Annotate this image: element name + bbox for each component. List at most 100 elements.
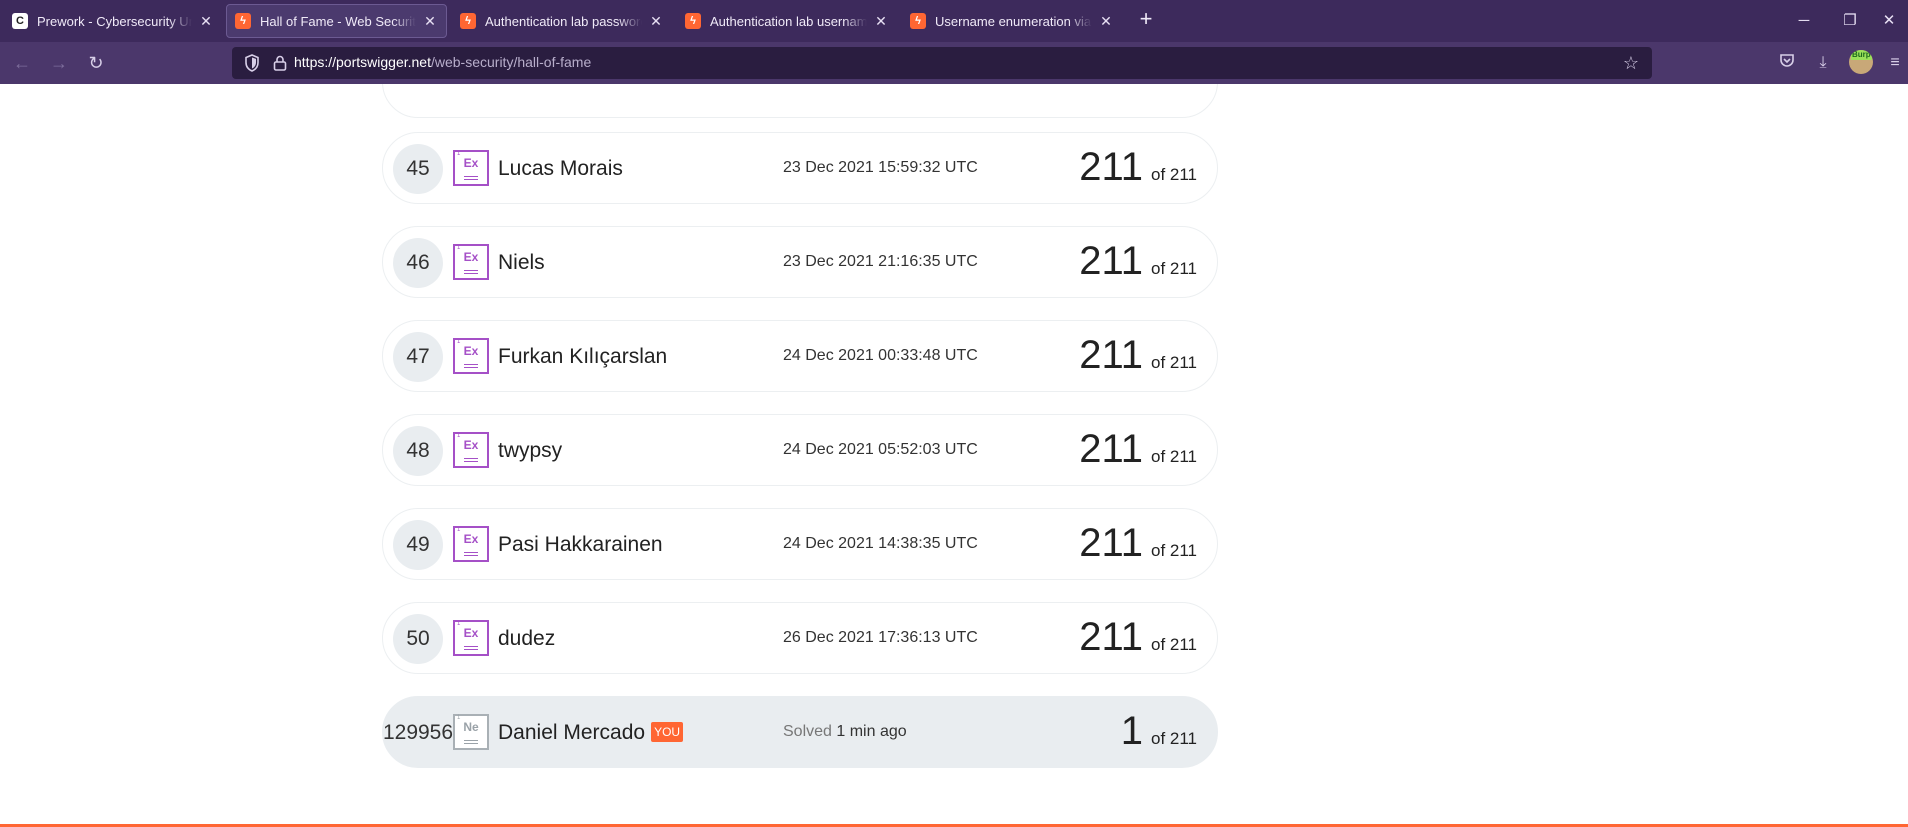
rank-number: 47 <box>393 332 443 382</box>
score: 211 of 211 <box>1079 145 1197 193</box>
total-count: of 211 <box>1150 165 1197 184</box>
reload-icon[interactable]: ↻ <box>84 51 108 75</box>
level-symbol: Ex <box>463 532 479 546</box>
current-user-row: 129956 1 Ne Daniel Mercado YOU Solved 1 m… <box>382 696 1218 768</box>
tab-label: Prework - Cybersecurity Univers <box>37 13 192 29</box>
tab-label: Authentication lab usernames | W <box>710 13 867 29</box>
table-row: 47 1 Ex Furkan Kılıçarslan 24 Dec 2021 0… <box>382 320 1218 392</box>
level-symbol: Ne <box>463 720 479 734</box>
solved-count: 211 <box>1079 145 1143 189</box>
tab-bar: C Prework - Cybersecurity Univers ✕ ϟ Ha… <box>0 0 1908 42</box>
score: 1 of 211 <box>1121 709 1197 757</box>
navigation-bar: ← → ↻ https://portswigger.net/web-securi… <box>0 42 1908 84</box>
user-name: Pasi Hakkarainen <box>498 533 663 556</box>
completion-date: 26 Dec 2021 17:36:13 UTC <box>783 629 978 646</box>
rank-number: 129956 <box>382 721 454 744</box>
solved-count: 211 <box>1079 615 1143 659</box>
close-window-icon[interactable]: ✕ <box>1866 8 1908 34</box>
expert-level-badge-icon: 1 Ex <box>453 338 489 374</box>
user-name-with-tag: Daniel Mercado YOU <box>498 721 684 745</box>
hamburger-menu-icon[interactable]: ≡ <box>1883 51 1907 75</box>
total-count: of 211 <box>1150 541 1197 560</box>
new-tab-button[interactable]: + <box>1135 8 1157 31</box>
score: 211 of 211 <box>1079 615 1197 663</box>
close-icon[interactable]: ✕ <box>648 13 664 30</box>
forward-arrow-icon[interactable]: → <box>47 51 71 75</box>
level-symbol: Ex <box>463 344 479 358</box>
user-name: dudez <box>498 627 556 650</box>
user-name: Lucas Morais <box>498 157 623 180</box>
lock-icon[interactable] <box>270 53 290 73</box>
table-row-partial <box>382 84 1218 118</box>
solved-prefix: Solved <box>783 723 832 740</box>
portswigger-icon: ϟ <box>685 13 701 29</box>
level-symbol: Ex <box>463 438 479 452</box>
back-arrow-icon[interactable]: ← <box>10 51 34 75</box>
url-host: https://portswigger.net <box>294 54 431 70</box>
rank-number: 49 <box>393 520 443 570</box>
completion-date: 23 Dec 2021 21:16:35 UTC <box>783 253 978 270</box>
table-row: 45 1 Ex Lucas Morais 23 Dec 2021 15:59:3… <box>382 132 1218 204</box>
solved-time: Solved 1 min ago <box>783 723 907 741</box>
close-icon[interactable]: ✕ <box>422 13 438 30</box>
rank-number: 46 <box>393 238 443 288</box>
completion-date: 24 Dec 2021 05:52:03 UTC <box>783 441 978 458</box>
novice-level-badge-icon: 1 Ne <box>453 714 489 750</box>
score: 211 of 211 <box>1079 333 1197 381</box>
tab-prework[interactable]: C Prework - Cybersecurity Univers ✕ <box>4 4 222 38</box>
bookmark-star-icon[interactable]: ☆ <box>1620 52 1642 74</box>
minimize-icon[interactable]: ─ <box>1781 8 1827 34</box>
close-icon[interactable]: ✕ <box>198 13 214 30</box>
tab-hall-of-fame[interactable]: ϟ Hall of Fame - Web Security Aca ✕ <box>226 4 447 38</box>
completion-date: 24 Dec 2021 14:38:35 UTC <box>783 535 978 552</box>
expert-level-badge-icon: 1 Ex <box>453 526 489 562</box>
user-name: Niels <box>498 251 545 274</box>
expert-level-badge-icon: 1 Ex <box>453 244 489 280</box>
download-icon[interactable]: ⤓ <box>1811 51 1835 75</box>
solved-count: 1 <box>1120 709 1143 753</box>
table-row: 50 1 Ex dudez 26 Dec 2021 17:36:13 UTC 2… <box>382 602 1218 674</box>
total-count: of 211 <box>1150 635 1197 654</box>
tab-auth-passwords[interactable]: ϟ Authentication lab passwords | W ✕ <box>452 4 672 38</box>
score: 211 of 211 <box>1079 239 1197 287</box>
total-count: of 211 <box>1150 353 1197 372</box>
total-count: of 211 <box>1150 729 1197 748</box>
url-text[interactable]: https://portswigger.net/web-security/hal… <box>294 54 591 70</box>
close-icon[interactable]: ✕ <box>1098 13 1114 30</box>
address-bar[interactable]: https://portswigger.net/web-security/hal… <box>232 47 1652 79</box>
user-name: Furkan Kılıçarslan <box>498 345 668 368</box>
url-path: /web-security/hall-of-fame <box>430 54 592 70</box>
you-badge: YOU <box>651 722 684 742</box>
tab-label: Hall of Fame - Web Security Aca <box>260 13 416 29</box>
rank-number: 45 <box>393 144 443 194</box>
table-row: 48 1 Ex twypsy 24 Dec 2021 05:52:03 UTC … <box>382 414 1218 486</box>
burp-extension-icon[interactable]: Burp <box>1849 50 1873 74</box>
score: 211 of 211 <box>1079 427 1197 475</box>
user-name: twypsy <box>498 439 563 462</box>
codepath-favicon-icon: C <box>12 13 28 29</box>
level-symbol: Ex <box>463 250 479 264</box>
table-row: 49 1 Ex Pasi Hakkarainen 24 Dec 2021 14:… <box>382 508 1218 580</box>
score: 211 of 211 <box>1079 521 1197 569</box>
total-count: of 211 <box>1150 447 1197 466</box>
expert-level-badge-icon: 1 Ex <box>453 150 489 186</box>
solved-count: 211 <box>1079 521 1143 565</box>
expert-level-badge-icon: 1 Ex <box>453 432 489 468</box>
tab-label: Authentication lab passwords | W <box>485 13 642 29</box>
portswigger-icon: ϟ <box>460 13 476 29</box>
rank-number: 50 <box>393 614 443 664</box>
tab-auth-usernames[interactable]: ϟ Authentication lab usernames | W ✕ <box>677 4 897 38</box>
tab-username-enumeration[interactable]: ϟ Username enumeration via differ ✕ <box>902 4 1122 38</box>
user-name: Daniel Mercado <box>498 721 646 744</box>
level-symbol: Ex <box>463 626 479 640</box>
portswigger-icon: ϟ <box>235 13 251 29</box>
total-count: of 211 <box>1150 259 1197 278</box>
pocket-icon[interactable] <box>1775 51 1799 75</box>
table-row: 46 1 Ex Niels 23 Dec 2021 21:16:35 UTC 2… <box>382 226 1218 298</box>
tab-label: Username enumeration via differ <box>935 13 1092 29</box>
solved-count: 211 <box>1079 239 1143 283</box>
hall-of-fame-page: 45 1 Ex Lucas Morais 23 Dec 2021 15:59:3… <box>0 84 1908 827</box>
shield-icon[interactable] <box>242 53 262 73</box>
close-icon[interactable]: ✕ <box>873 13 889 30</box>
completion-date: 23 Dec 2021 15:59:32 UTC <box>783 159 978 176</box>
